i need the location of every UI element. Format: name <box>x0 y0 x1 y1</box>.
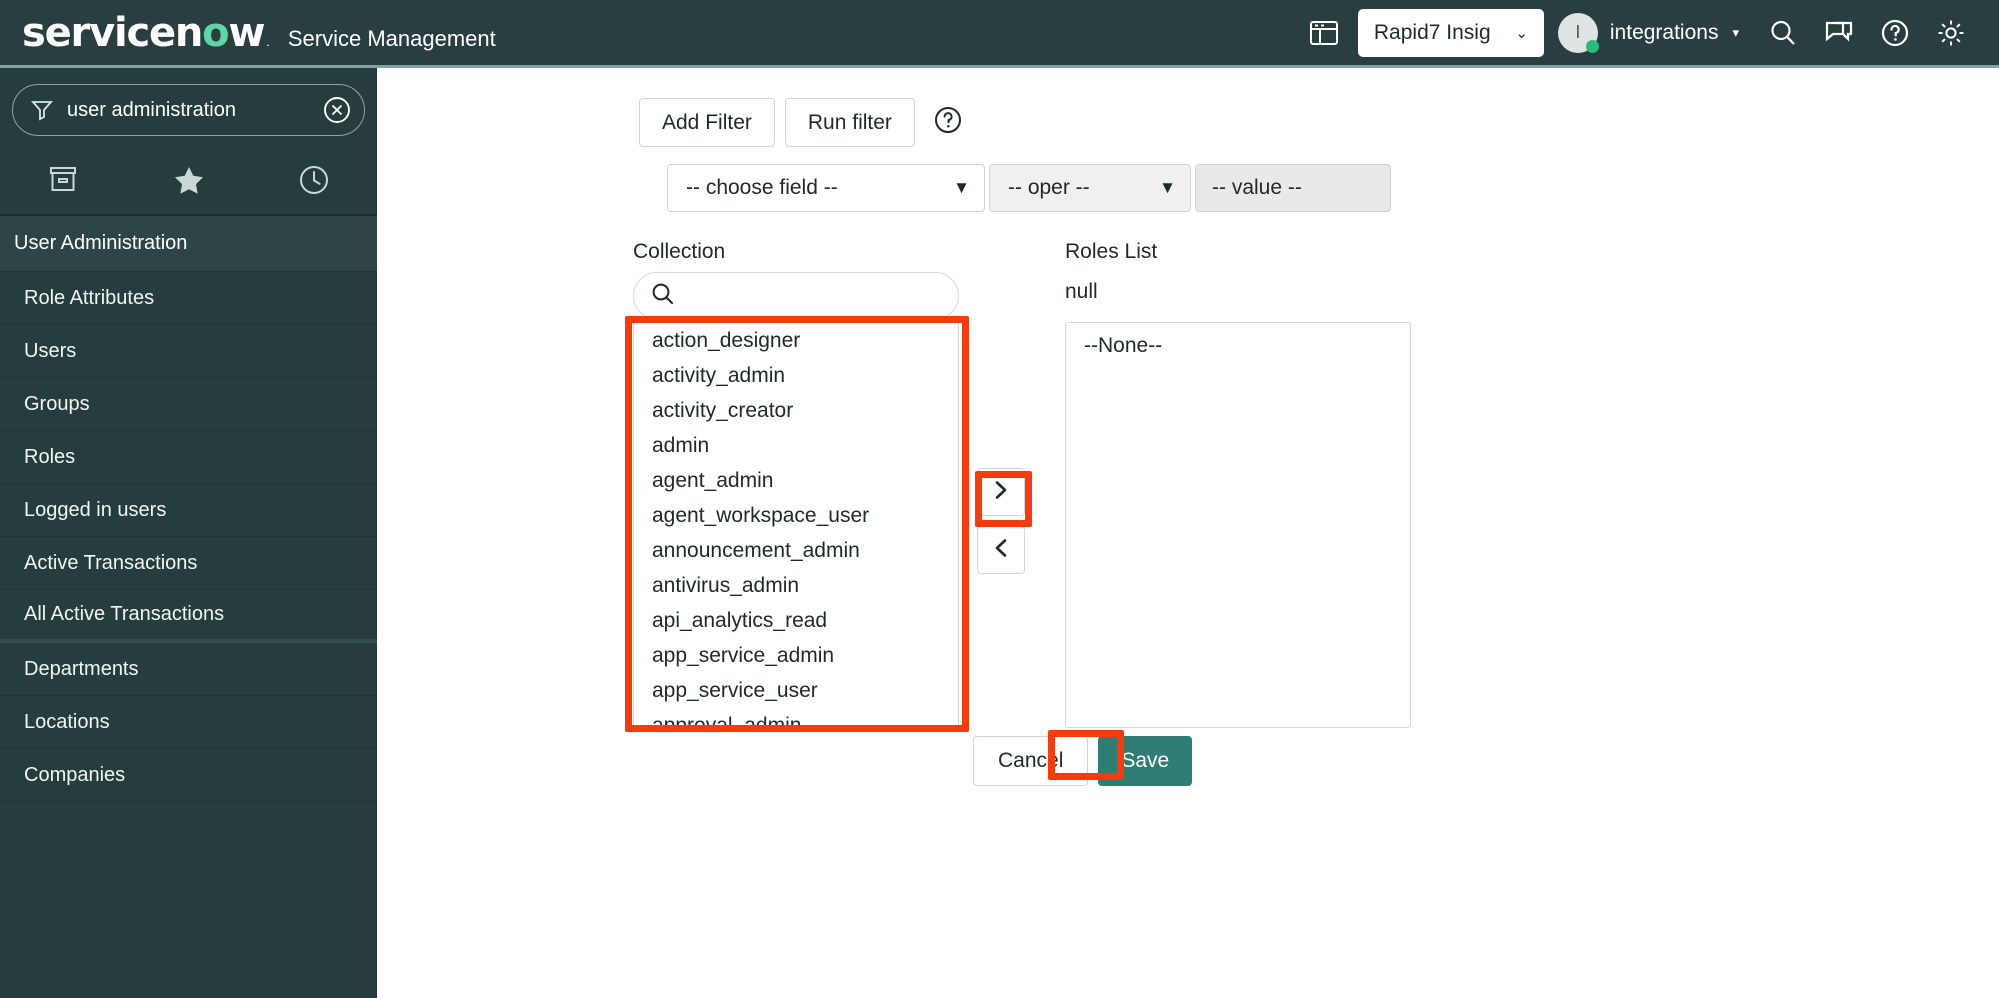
choose-field-value: -- choose field -- <box>686 176 838 199</box>
sidebar-item-roles[interactable]: Roles <box>0 431 377 484</box>
logo-o-glyph: o <box>202 9 229 56</box>
filter-toolbar: Add Filter Run filter <box>639 98 963 148</box>
sidebar-item-users[interactable]: Users <box>0 325 377 378</box>
roles-list-label: Roles List <box>1065 240 1158 263</box>
list-item[interactable]: antivirus_admin <box>634 568 958 603</box>
main-content: Add Filter Run filter -- choose field --… <box>377 68 1999 998</box>
list-item[interactable]: agent_workspace_user <box>634 498 958 533</box>
sidebar-section-user-administration[interactable]: User Administration <box>0 216 377 272</box>
value-input-text: -- value -- <box>1212 176 1302 199</box>
funnel-icon <box>29 97 55 123</box>
list-item[interactable]: activity_creator <box>634 393 958 428</box>
sidebar-item-companies[interactable]: Companies <box>0 749 377 802</box>
clock-icon <box>297 163 331 202</box>
conversations-icon[interactable] <box>1811 5 1867 61</box>
sidebar-tab-history[interactable] <box>251 150 377 214</box>
move-left-button[interactable] <box>977 526 1025 574</box>
window-panel-icon[interactable] <box>1296 5 1352 61</box>
transfer-buttons <box>977 468 1025 574</box>
cancel-button[interactable]: Cancel <box>973 736 1089 786</box>
logo-text-part-b: w <box>228 9 265 56</box>
user-menu[interactable]: I integrations ▾ <box>1557 12 1739 53</box>
logo-wordmark: servicenow <box>22 9 265 56</box>
list-item[interactable]: --None-- <box>1066 323 1410 363</box>
save-button[interactable]: Save <box>1098 736 1193 786</box>
sidebar-item-logged-in-users[interactable]: Logged in users <box>0 484 377 537</box>
chevron-down-icon: ▼ <box>953 178 970 197</box>
sidebar-tab-all[interactable] <box>0 150 126 214</box>
search-icon[interactable] <box>1755 5 1811 61</box>
list-item[interactable]: action_designer <box>634 323 958 358</box>
search-icon <box>650 281 676 312</box>
box-icon <box>46 164 80 201</box>
top-header: servicenow . Service Management Rapid7 I… <box>0 0 1999 68</box>
sidebar-item-locations[interactable]: Locations <box>0 696 377 749</box>
chevron-down-icon: ▼ <box>1159 178 1176 197</box>
servicenow-logo[interactable]: servicenow . Service Management <box>0 13 496 53</box>
list-item[interactable]: api_analytics_read <box>634 603 958 638</box>
move-right-button[interactable] <box>977 468 1025 516</box>
application-picker[interactable]: Rapid7 Insig ⌄ <box>1357 8 1544 57</box>
list-item[interactable]: admin <box>634 428 958 463</box>
sidebar-tab-favorites[interactable] <box>126 150 252 214</box>
list-item[interactable]: activity_admin <box>634 358 958 393</box>
sidebar-filter-input[interactable]: user administration <box>67 99 322 122</box>
chevron-right-icon <box>990 479 1012 506</box>
presence-dot <box>1585 39 1599 53</box>
collection-search-input[interactable] <box>633 272 959 320</box>
choose-field-select[interactable]: -- choose field -- ▼ <box>667 164 985 212</box>
collection-listbox[interactable]: action_designer activity_admin activity_… <box>633 322 959 728</box>
filter-condition-row: -- choose field -- ▼ -- oper -- ▼ -- val… <box>667 164 1391 212</box>
avatar: I <box>1557 12 1599 53</box>
chevron-left-icon <box>990 537 1012 564</box>
application-picker-label: Rapid7 Insig <box>1373 20 1491 44</box>
list-item[interactable]: app_service_admin <box>634 638 958 673</box>
sidebar-item-role-attributes[interactable]: Role Attributes <box>0 272 377 325</box>
roles-list-null-text: null <box>1065 280 1098 303</box>
add-filter-button[interactable]: Add Filter <box>639 98 775 148</box>
form-footer: Cancel Save <box>973 736 1193 786</box>
sidebar-tabs <box>0 150 377 216</box>
operator-value: -- oper -- <box>1008 176 1090 199</box>
header-actions: Rapid7 Insig ⌄ I integrations ▾ <box>1296 5 1999 61</box>
sidebar: user administration User Administration … <box>0 68 377 998</box>
sidebar-filter-box[interactable]: user administration <box>12 84 365 136</box>
help-circle-icon[interactable] <box>933 105 963 140</box>
gear-icon[interactable] <box>1923 5 1979 61</box>
sidebar-item-groups[interactable]: Groups <box>0 378 377 431</box>
app-title: Service Management <box>287 25 496 51</box>
roles-listbox[interactable]: --None-- <box>1065 322 1411 728</box>
avatar-initial: I <box>1575 22 1581 42</box>
operator-select[interactable]: -- oper -- ▼ <box>989 164 1191 212</box>
run-filter-button[interactable]: Run filter <box>784 98 915 148</box>
sidebar-item-departments[interactable]: Departments <box>0 643 377 696</box>
chevron-down-icon: ▾ <box>1732 24 1739 40</box>
logo-text-part-a: servicen <box>22 9 203 56</box>
user-name: integrations <box>1609 20 1719 44</box>
clear-circle-icon[interactable] <box>322 95 352 125</box>
sidebar-item-all-active-transactions[interactable]: All Active Transactions <box>0 590 377 643</box>
sidebar-filter-row: user administration <box>0 68 377 150</box>
sidebar-item-active-transactions[interactable]: Active Transactions <box>0 537 377 590</box>
list-item[interactable]: agent_admin <box>634 463 958 498</box>
list-item[interactable]: announcement_admin <box>634 533 958 568</box>
help-icon[interactable] <box>1867 5 1923 61</box>
star-icon <box>172 164 206 201</box>
value-input[interactable]: -- value -- <box>1195 164 1391 212</box>
list-item[interactable]: approval_admin <box>634 708 958 727</box>
logo-trademark: . <box>266 33 270 49</box>
list-item[interactable]: app_service_user <box>634 673 958 708</box>
collection-label: Collection <box>633 240 726 263</box>
chevron-down-icon: ⌄ <box>1515 24 1528 42</box>
